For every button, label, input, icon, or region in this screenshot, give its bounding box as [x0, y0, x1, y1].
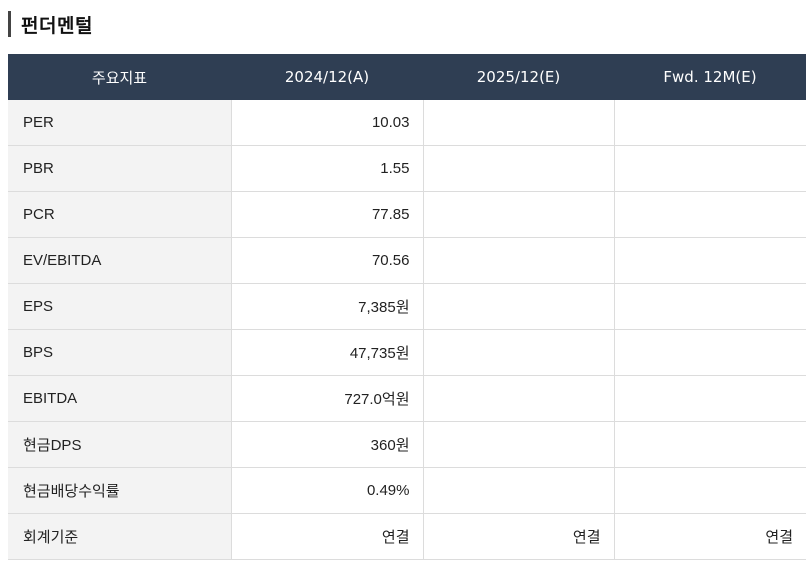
row-label: EBITDA: [8, 375, 232, 422]
table-cell: 727.0억원: [231, 375, 424, 422]
table-cell: 연결: [231, 513, 424, 560]
column-header-2024-actual: 2024/12(A): [231, 54, 423, 100]
table-cell: [423, 100, 615, 146]
row-label: 현금DPS: [8, 421, 232, 468]
table-cell: [614, 100, 806, 146]
fundamentals-table: 주요지표 2024/12(A) 2025/12(E) Fwd. 12M(E) P…: [8, 54, 806, 560]
section-title: 펀더멘털: [21, 14, 93, 37]
row-label: PBR: [8, 145, 232, 192]
table-cell: [614, 191, 806, 238]
table-cell: [423, 145, 615, 192]
table-cell: 77.85: [231, 191, 424, 238]
table-cell: [614, 237, 806, 284]
table-header-row: 주요지표 2024/12(A) 2025/12(E) Fwd. 12M(E): [8, 54, 806, 100]
column-header-forward-12m: Fwd. 12M(E): [614, 54, 806, 100]
table-row: PCR 77.85: [8, 191, 806, 238]
table-cell: 0.49%: [231, 467, 424, 514]
table-cell: [614, 467, 806, 514]
table-row: 현금DPS 360원: [8, 421, 806, 468]
row-label: 회계기준: [8, 513, 232, 560]
table-cell: 47,735원: [231, 329, 424, 376]
table-cell: [423, 375, 615, 422]
table-row: EPS 7,385원: [8, 283, 806, 330]
row-label: EPS: [8, 283, 232, 330]
table-row: 현금배당수익률 0.49%: [8, 467, 806, 514]
table-cell: [423, 467, 615, 514]
row-label: PER: [8, 100, 232, 146]
table-cell: [423, 237, 615, 284]
table-cell: [614, 375, 806, 422]
table-cell: 70.56: [231, 237, 424, 284]
fundamentals-table-container: 주요지표 2024/12(A) 2025/12(E) Fwd. 12M(E) P…: [8, 54, 806, 560]
table-cell: [614, 421, 806, 468]
table-cell: 360원: [231, 421, 424, 468]
row-label: BPS: [8, 329, 232, 376]
table-row: EV/EBITDA 70.56: [8, 237, 806, 284]
table-row: PBR 1.55: [8, 145, 806, 192]
table-cell: 연결: [614, 513, 806, 560]
table-cell: 10.03: [231, 100, 424, 146]
table-cell: 7,385원: [231, 283, 424, 330]
row-label: PCR: [8, 191, 232, 238]
table-cell: [423, 283, 615, 330]
table-cell: [423, 421, 615, 468]
table-cell: 연결: [423, 513, 615, 560]
table-row: PER 10.03: [8, 100, 806, 146]
section-header: 펀더멘털: [8, 9, 93, 39]
table-row: BPS 47,735원: [8, 329, 806, 376]
table-cell: [614, 329, 806, 376]
column-header-indicator: 주요지표: [8, 54, 231, 100]
row-label: EV/EBITDA: [8, 237, 232, 284]
table-cell: [614, 283, 806, 330]
column-header-2025-estimate: 2025/12(E): [423, 54, 614, 100]
table-cell: [614, 145, 806, 192]
row-label: 현금배당수익률: [8, 467, 232, 514]
table-cell: [423, 329, 615, 376]
table-cell: 1.55: [231, 145, 424, 192]
table-row: EBITDA 727.0억원: [8, 375, 806, 422]
table-row: 회계기준 연결 연결 연결: [8, 513, 806, 560]
section-title-bar: [8, 11, 11, 37]
table-cell: [423, 191, 615, 238]
